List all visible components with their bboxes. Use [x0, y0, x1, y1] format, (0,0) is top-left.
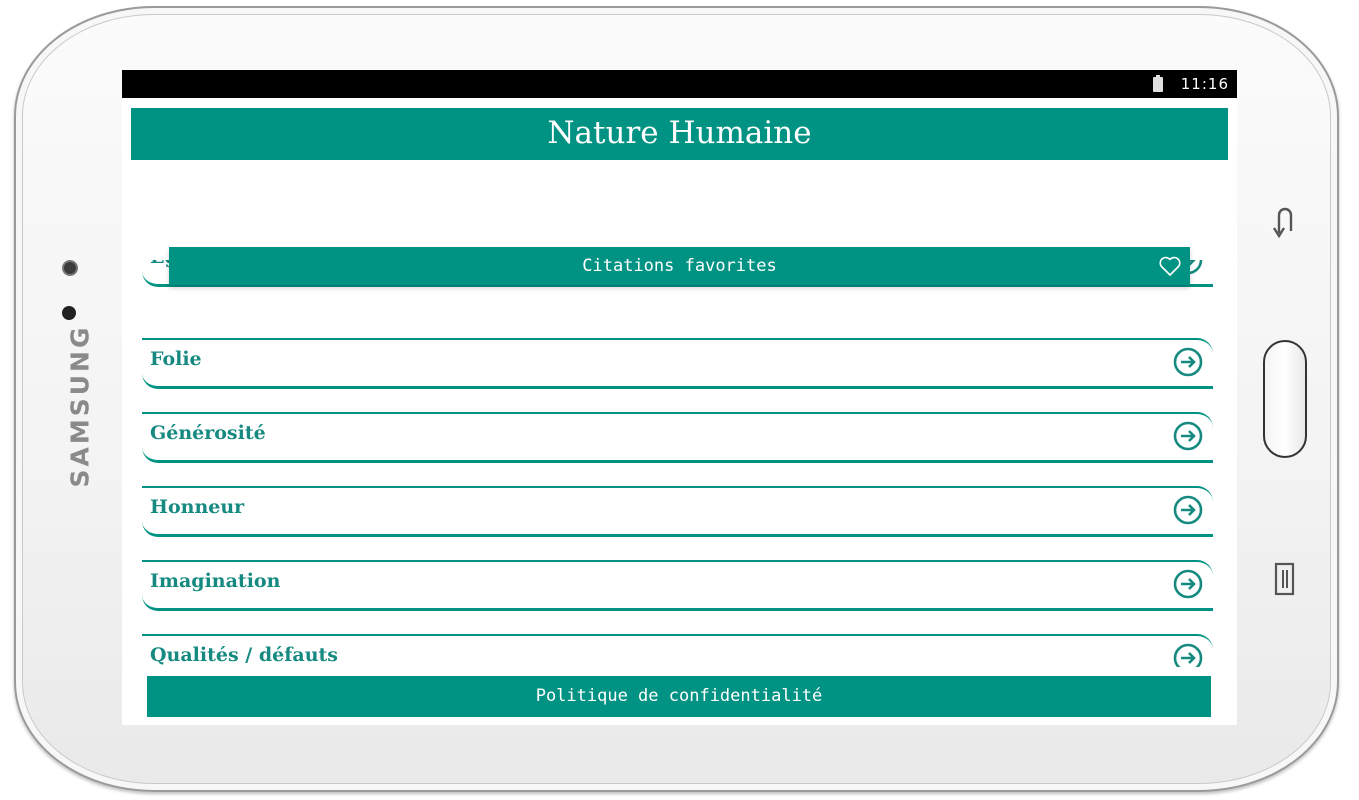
menu-key-icon[interactable]: [1273, 561, 1297, 597]
favorites-label: Citations favorites: [582, 256, 777, 276]
privacy-policy-button[interactable]: Politique de confidentialité: [147, 676, 1211, 717]
back-key-icon[interactable]: [1272, 203, 1298, 239]
list-item-label: Folie: [150, 348, 202, 370]
category-list[interactable]: Egoïsme Folie Générosité Honneur: [142, 260, 1215, 667]
front-camera: [62, 260, 78, 276]
arrow-right-circle-icon: [1173, 643, 1203, 667]
home-button[interactable]: [1263, 340, 1307, 458]
list-item-folie[interactable]: Folie: [142, 338, 1215, 389]
light-sensor: [62, 306, 76, 320]
list-item-generosite[interactable]: Générosité: [142, 412, 1215, 463]
list-item-qualites-defauts[interactable]: Qualités / défauts: [142, 634, 1215, 667]
status-bar: 11:16: [122, 70, 1237, 98]
device-brand: SAMSUNG: [65, 324, 95, 488]
heart-outline-icon[interactable]: [1158, 254, 1182, 278]
arrow-right-circle-icon: [1173, 347, 1203, 377]
app-title: Nature Humaine: [131, 108, 1228, 160]
battery-icon: [1153, 75, 1163, 92]
list-item-label: Qualités / défauts: [150, 644, 338, 666]
screen: 11:16 Nature Humaine Egoïsme Folie Génér…: [122, 70, 1237, 725]
arrow-right-circle-icon: [1173, 421, 1203, 451]
list-item-label: Générosité: [150, 422, 266, 444]
arrow-right-circle-icon: [1173, 495, 1203, 525]
arrow-right-circle-icon: [1173, 569, 1203, 599]
list-item-label: Honneur: [150, 496, 245, 518]
list-item-imagination[interactable]: Imagination: [142, 560, 1215, 611]
list-item-label: Imagination: [150, 570, 281, 592]
favorites-button[interactable]: Citations favorites: [169, 247, 1190, 285]
list-item-honneur[interactable]: Honneur: [142, 486, 1215, 537]
status-time: 11:16: [1180, 75, 1229, 93]
